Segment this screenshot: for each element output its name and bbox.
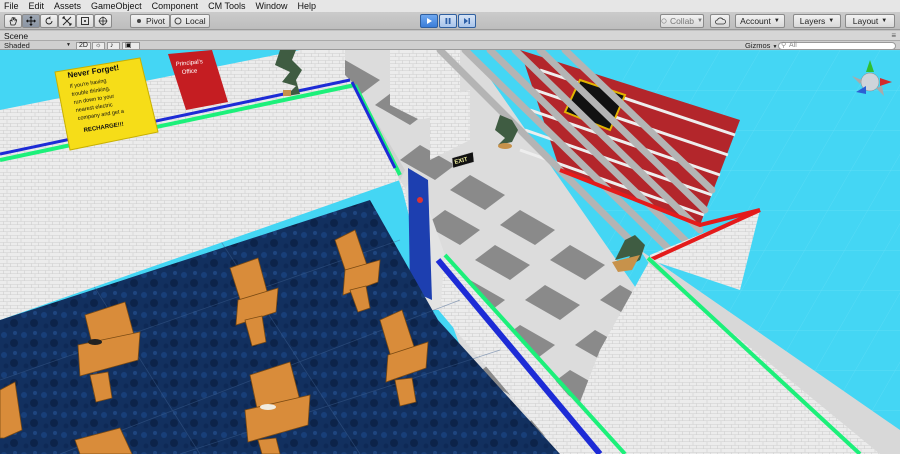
chevron-down-icon: ▼ [697,18,703,24]
scale-icon [62,16,72,26]
scene-viewport[interactable]: Never Forget! If you're having trouble t… [0,50,900,454]
play-button[interactable] [420,14,438,28]
cloud-services-button[interactable] [710,14,730,28]
move-tool-button[interactable] [22,14,40,28]
local-label: Local [185,16,206,26]
collab-label: Collab [669,16,695,26]
search-placeholder: All [789,41,797,49]
menu-help[interactable]: Help [297,0,316,12]
pause-icon [445,18,451,24]
collab-dropdown[interactable]: Collab ▼ [660,14,704,28]
shading-mode-dropdown[interactable]: Shaded ▼ [4,41,72,50]
local-icon [174,17,182,25]
menu-window[interactable]: Window [255,0,287,12]
move-arrows-icon [26,16,36,26]
menu-cm-tools[interactable]: CM Tools [208,0,245,12]
scale-tool-button[interactable] [58,14,76,28]
layers-label: Layers [799,16,826,26]
step-icon [464,18,470,24]
step-button[interactable] [458,14,476,28]
transform-icon [98,16,108,26]
audio-toggle-icon[interactable]: ♪ [107,41,120,50]
scene-render: Never Forget! If you're having trouble t… [0,50,900,454]
pivot-label: Pivot [146,16,165,26]
menu-gameobject[interactable]: GameObject [91,0,142,12]
pause-button[interactable] [439,14,457,28]
transform-tool-button[interactable] [94,14,112,28]
hand-tool-button[interactable] [4,14,22,28]
effects-dropdown-icon[interactable]: ▣ [122,41,140,50]
tab-options-icon[interactable]: ≡ [891,31,896,41]
account-label: Account [740,16,771,26]
scene-toolbar: Shaded ▼ 2D ☼ ♪ ▣ Gizmos ▼ ⚲ All [0,41,900,50]
paper-item [260,404,276,410]
layout-dropdown[interactable]: Layout ▼ [845,14,895,28]
menu-bar: File Edit Assets GameObject Component CM… [0,0,900,12]
chevron-down-icon: ▼ [773,18,780,24]
pivot-toggle[interactable]: Pivot [130,14,170,28]
search-icon: ⚲ [781,41,787,49]
collab-cloud-icon [661,18,667,24]
notebook-item [88,339,102,345]
chevron-down-icon: ▼ [881,18,888,24]
rect-tool-icon [81,17,89,25]
account-dropdown[interactable]: Account ▼ [735,14,785,28]
gizmos-dropdown[interactable]: Gizmos ▼ [745,41,777,50]
pivot-icon [137,19,142,23]
rotate-tool-button[interactable] [40,14,58,28]
2d-toggle[interactable]: 2D [76,41,91,50]
menu-file[interactable]: File [4,0,19,12]
gizmos-label: Gizmos [745,41,771,50]
rotate-icon [45,16,53,25]
menu-edit[interactable]: Edit [29,0,45,12]
play-icon [427,18,432,24]
shading-mode-label: Shaded [4,41,30,50]
lighting-toggle-icon[interactable]: ☼ [92,41,105,50]
hand-icon [9,17,18,26]
menu-assets[interactable]: Assets [54,0,81,12]
layout-label: Layout [852,16,879,26]
scene-search-input[interactable]: ⚲ All [778,41,896,50]
menu-component[interactable]: Component [152,0,199,12]
chevron-down-icon: ▼ [66,42,71,48]
chevron-down-icon: ▼ [828,18,835,24]
layers-dropdown[interactable]: Layers ▼ [793,14,841,28]
scene-tab-bar: Scene ≡ [0,31,900,41]
tab-scene[interactable]: Scene [4,31,28,41]
local-toggle[interactable]: Local [170,14,210,28]
main-toolbar: Pivot Local Collab ▼ Account ▼ Layers ▼ … [0,12,900,30]
rect-tool-button[interactable] [76,14,94,28]
cloud-icon [714,17,726,25]
